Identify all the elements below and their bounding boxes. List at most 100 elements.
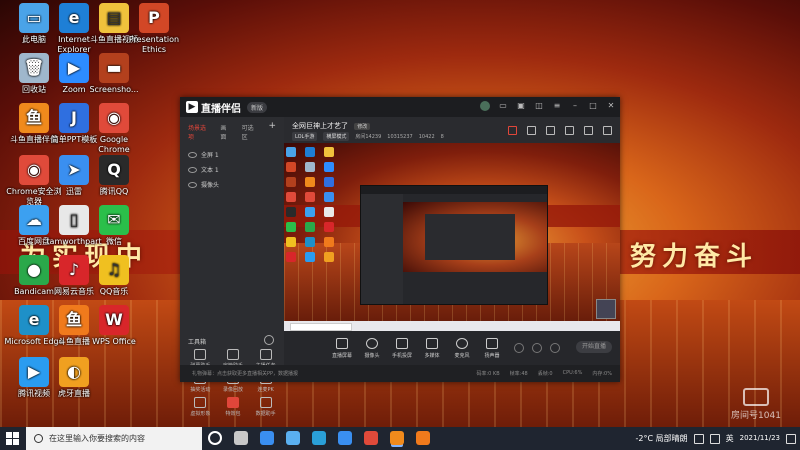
taskbar-search-input[interactable]: 在这里输入你要搜索的内容 bbox=[26, 427, 202, 450]
scene-item[interactable]: 文本 1 bbox=[180, 162, 284, 177]
desktop-icon[interactable]: P Presentation Ethics bbox=[124, 3, 184, 55]
camera-button[interactable]: 摄像头 bbox=[358, 337, 386, 359]
control-label: 扬声器 bbox=[484, 352, 500, 359]
microphone-icon bbox=[456, 337, 468, 349]
desktop-icon[interactable]: ◐ 虎牙直播 bbox=[44, 357, 104, 399]
scene-item[interactable]: 全屏 1 bbox=[180, 147, 284, 162]
camera-thumbnail[interactable] bbox=[596, 299, 616, 319]
douyu-icon[interactable] bbox=[390, 431, 404, 445]
preview-nested-window bbox=[360, 185, 548, 305]
tab-picture[interactable]: 画面 bbox=[220, 123, 231, 141]
message-icon[interactable]: ▭ bbox=[498, 101, 508, 111]
gift-icon[interactable]: ▣ bbox=[516, 101, 526, 111]
toolbox-more-icon[interactable] bbox=[264, 335, 274, 345]
start-live-button[interactable]: 开始直播 bbox=[576, 341, 612, 353]
clock[interactable]: 2021/11/23 bbox=[740, 434, 780, 443]
screen-icon[interactable] bbox=[565, 126, 574, 135]
tool-icon bbox=[194, 349, 207, 360]
network-icon[interactable] bbox=[693, 433, 704, 444]
close-icon[interactable]: ✕ bbox=[606, 101, 616, 111]
record-icon[interactable] bbox=[514, 343, 524, 353]
stat-value: 帧率:48 bbox=[509, 371, 528, 377]
replay-icon[interactable] bbox=[532, 343, 542, 353]
mail-icon[interactable] bbox=[260, 431, 274, 445]
eye-icon[interactable] bbox=[188, 151, 197, 158]
scene-item[interactable]: 摄像头 bbox=[180, 177, 284, 192]
toolbox-item[interactable]: 特效包 bbox=[217, 397, 250, 417]
speaker-button[interactable]: 扬声器 bbox=[478, 337, 506, 359]
wps-icon: W bbox=[99, 305, 129, 335]
control-label: 手机投屏 bbox=[391, 352, 412, 359]
share-icon[interactable] bbox=[603, 126, 612, 135]
desktop-icon[interactable]: Q 腾讯QQ bbox=[84, 155, 144, 197]
windows-taskbar: 在这里输入你要搜索的内容 -2°C 局部晴朗 英 2021/11/23 bbox=[0, 427, 800, 450]
tool-icon bbox=[226, 349, 239, 360]
media-button[interactable]: 多媒体 bbox=[418, 337, 446, 359]
chrome-icon: ◉ bbox=[99, 103, 129, 133]
edge-icon[interactable] bbox=[312, 431, 326, 445]
scene-label: 全屏 1 bbox=[201, 152, 219, 159]
maximize-icon[interactable]: □ bbox=[588, 101, 598, 111]
gift-box-icon[interactable] bbox=[508, 126, 517, 135]
stat-value: 丢帧:0 bbox=[537, 371, 553, 377]
control-label: 直播屏幕 bbox=[331, 352, 352, 359]
camera-icon bbox=[366, 337, 378, 349]
lock-icon[interactable] bbox=[527, 126, 536, 135]
preview-desktop-icon bbox=[305, 237, 315, 247]
live-companion-window[interactable]: ▶ 直播伴侣 新版 ▭ ▣ ◫ ≡ – □ ✕ 场景选项 画面 可选区 + 全屏… bbox=[180, 97, 620, 417]
preview-desktop-icon bbox=[286, 237, 296, 247]
xunlei-icon[interactable] bbox=[338, 431, 352, 445]
desktop-icon[interactable]: ♫ QQ音乐 bbox=[84, 255, 144, 297]
douyu-live-icon[interactable] bbox=[416, 431, 430, 445]
toolbox-item[interactable]: 虚拟形象 bbox=[184, 397, 217, 417]
desktop-icon[interactable]: ✉ 微信 bbox=[84, 205, 144, 247]
preview-desktop-icon bbox=[324, 177, 334, 187]
control-label: 麦克风 bbox=[454, 352, 470, 359]
desktop-icon[interactable]: W WPS Office bbox=[84, 305, 144, 347]
weather-widget[interactable]: -2°C 局部晴朗 bbox=[636, 433, 688, 444]
user-avatar[interactable] bbox=[480, 101, 490, 111]
app-logo-icon: ▶ bbox=[186, 101, 198, 113]
screen-capture-button[interactable]: 直播屏幕 bbox=[328, 337, 356, 359]
calendar-icon[interactable] bbox=[546, 126, 555, 135]
menu-icon[interactable]: ≡ bbox=[552, 101, 562, 111]
huya-icon: ◐ bbox=[59, 357, 89, 387]
minimize-icon[interactable]: – bbox=[570, 101, 580, 111]
store-icon[interactable] bbox=[286, 431, 300, 445]
skin-icon[interactable]: ◫ bbox=[534, 101, 544, 111]
desktop-icon[interactable]: ▬ Screensho... bbox=[84, 53, 144, 95]
category-chip[interactable]: LOL手游 bbox=[292, 132, 318, 141]
mode-chip[interactable]: 横屏模式 bbox=[323, 132, 350, 141]
volume-icon[interactable] bbox=[709, 433, 720, 444]
desktop-icon[interactable]: ◉ Google Chrome bbox=[84, 103, 144, 155]
notification-icon[interactable] bbox=[786, 433, 796, 444]
settings-icon[interactable] bbox=[550, 343, 560, 353]
app-titlebar[interactable]: ▶ 直播伴侣 新版 ▭ ▣ ◫ ≡ – □ ✕ bbox=[180, 97, 620, 117]
task-view-icon[interactable] bbox=[234, 431, 248, 445]
clock-date: 2021/11/23 bbox=[739, 434, 780, 442]
windows-start-icon[interactable] bbox=[6, 432, 19, 445]
edit-title-button[interactable]: 修改 bbox=[354, 123, 371, 130]
add-source-button[interactable]: + bbox=[268, 122, 276, 141]
monitor-icon bbox=[336, 337, 348, 349]
bell-icon[interactable] bbox=[584, 126, 593, 135]
input-language[interactable]: 英 bbox=[726, 433, 734, 444]
status-tip[interactable]: 礼物弹幕：点击获取更多直播相关PP，数据播报 bbox=[192, 370, 298, 377]
room-title[interactable]: 全网巨神上才艺了 bbox=[292, 122, 348, 130]
stream-preview[interactable] bbox=[284, 143, 620, 331]
toolbox-item[interactable]: 数据助手 bbox=[249, 397, 282, 417]
tab-scene-options[interactable]: 场景选项 bbox=[188, 123, 210, 141]
cortana-icon[interactable] bbox=[208, 431, 222, 445]
preview-desktop-icon bbox=[305, 222, 315, 232]
eye-icon[interactable] bbox=[188, 181, 197, 188]
chrome-icon[interactable] bbox=[364, 431, 378, 445]
preview-desktop-icon bbox=[305, 177, 315, 187]
taskbar-apps bbox=[208, 431, 430, 445]
tab-optional[interactable]: 可选区 bbox=[242, 123, 259, 141]
toolbox-title: 工具箱 bbox=[188, 339, 207, 346]
phone-cast-button[interactable]: 手机投屏 bbox=[388, 337, 416, 359]
version-badge[interactable]: 新版 bbox=[247, 101, 268, 113]
eye-icon[interactable] bbox=[188, 166, 197, 173]
microphone-button[interactable]: 麦克风 bbox=[448, 337, 476, 359]
stream-stats: 码率:0 KB 帧率:48 丢帧:0 CPU:6% 内存:0% bbox=[476, 370, 612, 377]
